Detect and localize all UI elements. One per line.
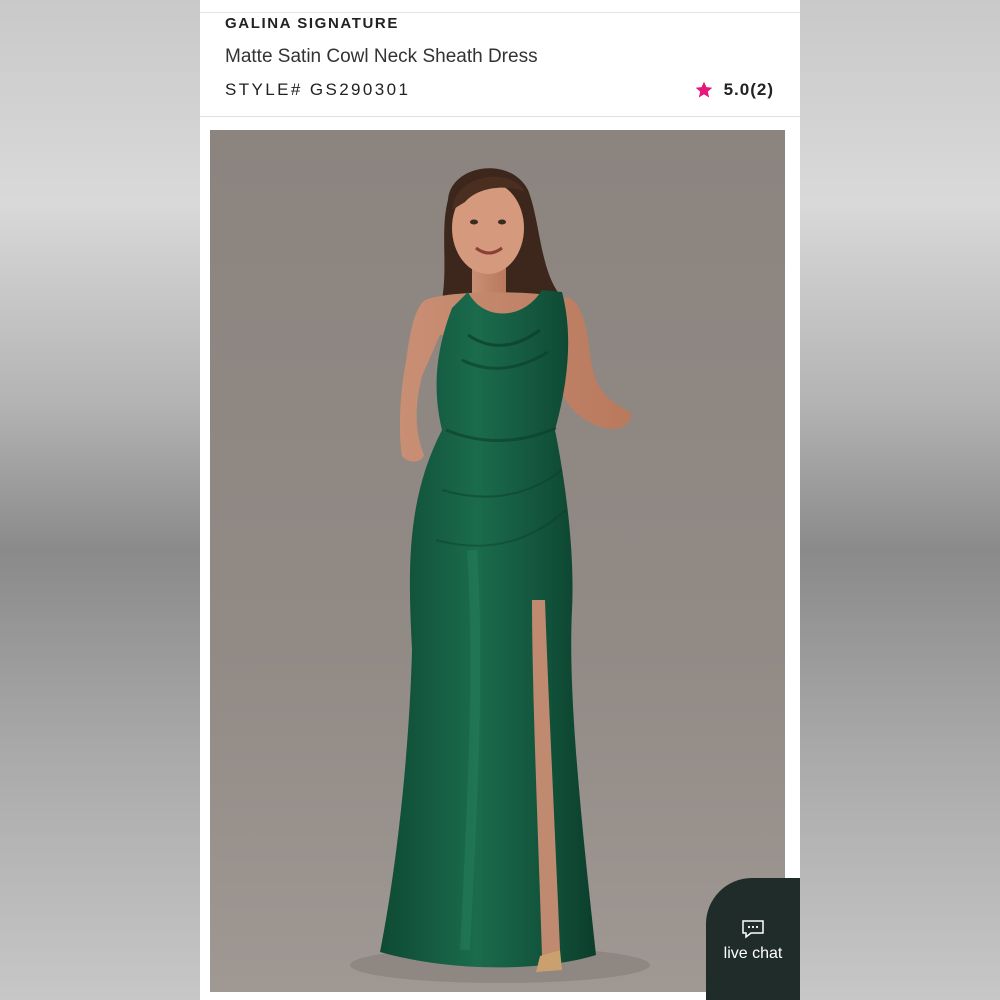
- live-chat-button[interactable]: live chat: [706, 878, 800, 1000]
- rating-value: 5.0(2): [723, 80, 774, 99]
- star-icon: [695, 81, 712, 98]
- blurred-background-left: [0, 0, 200, 1000]
- style-number: STYLE# GS290301: [225, 80, 411, 99]
- header-divider: [200, 116, 800, 117]
- product-title: Matte Satin Cowl Neck Sheath Dress: [225, 46, 538, 67]
- model-photo: [210, 130, 785, 992]
- product-image[interactable]: [210, 130, 785, 992]
- live-chat-label: live chat: [723, 945, 783, 962]
- brand-name[interactable]: GALINA SIGNATURE: [225, 15, 399, 32]
- blurred-background-right: [800, 0, 1000, 1000]
- rating-summary[interactable]: 5.0(2): [694, 80, 774, 100]
- product-page: GALINA SIGNATURE Matte Satin Cowl Neck S…: [200, 0, 800, 1000]
- top-divider: [200, 12, 800, 13]
- chat-bubble-icon: [742, 920, 764, 939]
